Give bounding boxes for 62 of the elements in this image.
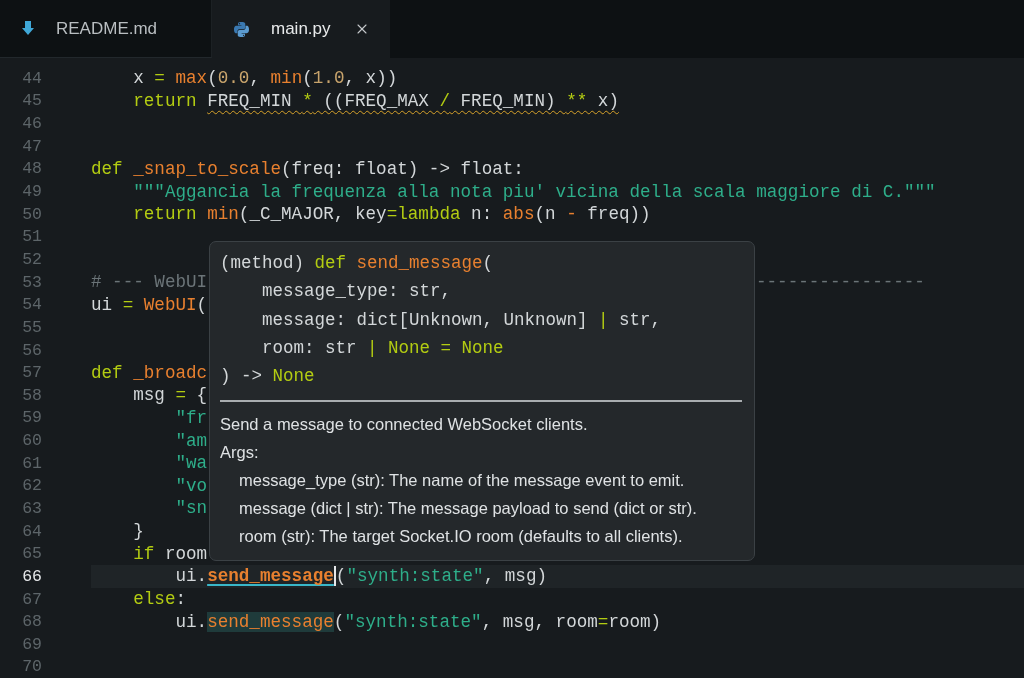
line-number: 58 <box>21 385 42 405</box>
line-number: 54 <box>21 295 42 315</box>
line-number: 48 <box>21 159 42 179</box>
code-line: """Aggancia la frequenza alla nota piu' vicina della scala maggiore di C.""" <box>132 180 936 203</box>
line-number: 51 <box>21 227 42 247</box>
arg-description: message (dict | str): The message payload to send (dict or str). <box>238 498 698 520</box>
code-line: "fr <box>174 406 208 430</box>
signature-line: room: str | None = None <box>261 336 505 360</box>
editor-tab[interactable]: README.md <box>0 0 212 58</box>
arg-description: message_type (str): The name of the message event to emit. <box>238 470 686 492</box>
signature-line: ) -> None <box>220 365 316 389</box>
line-number: 63 <box>21 499 42 518</box>
code-line: } <box>132 520 144 543</box>
code-line: x = max(0.0, min(1.0, x)) <box>132 67 398 90</box>
line-number: 45 <box>21 91 42 111</box>
args-heading: Args: <box>220 442 260 464</box>
line-number: 52 <box>21 249 42 269</box>
code-line: ---------------- <box>756 272 925 293</box>
code-line: def _snap_to_scale(freq: float) -> float: <box>91 157 524 181</box>
line-number: 65 <box>21 544 42 564</box>
download-arrow-icon <box>22 20 34 37</box>
line-number: 49 <box>21 182 42 201</box>
line-number: 53 <box>21 272 42 292</box>
arg-description: room (str): The target Socket.IO room (defaults to all clients). <box>238 526 684 548</box>
code-line: "sn <box>174 497 208 520</box>
line-number: 46 <box>21 114 42 134</box>
signature-line: message_type: str, <box>261 280 453 304</box>
line-number: 59 <box>21 408 42 428</box>
code-line: ui.send_message("synth:state", msg, room=room) <box>174 610 662 633</box>
code-line: return FREQ_MIN * ((FREQ_MAX / FREQ_MIN) ** x) <box>132 89 619 113</box>
python-icon <box>234 21 249 37</box>
line-number: 57 <box>21 363 42 383</box>
tab-label: README.md <box>56 18 159 39</box>
line-number: 67 <box>21 589 42 609</box>
signature-line: message: dict[Unknown, Unknown] | str, <box>261 308 663 332</box>
doc-summary: Send a message to connected WebSocket clients. <box>220 414 589 436</box>
line-number: 70 <box>21 657 42 677</box>
code-line: else: <box>132 588 187 611</box>
line-number: 64 <box>21 521 42 541</box>
code-line: "vo <box>174 474 208 498</box>
line-number: 61 <box>21 453 42 473</box>
line-number: 47 <box>21 136 42 156</box>
signature-line: (method) def send_message( <box>220 252 495 275</box>
code-line: # --- WebUI <box>91 271 208 294</box>
line-number: 62 <box>21 476 42 496</box>
line-number: 56 <box>21 340 42 360</box>
code-line: if room <box>132 542 208 566</box>
line-number: 44 <box>21 68 42 88</box>
tab-label: main.py <box>271 19 332 39</box>
line-number: 69 <box>21 634 42 654</box>
code-line: return min(_C_MAJOR, key=lambda n: abs(n - freq)) <box>132 203 651 226</box>
line-number: 68 <box>21 612 42 632</box>
line-number: 55 <box>21 317 42 337</box>
code-line: def _broadc <box>91 361 208 384</box>
editor-tab[interactable]: main.py <box>212 0 390 58</box>
code-line: "wa <box>174 452 208 475</box>
code-line: ui = WebUI( <box>91 293 208 317</box>
line-number: 60 <box>21 431 42 451</box>
code-line: msg = { <box>132 384 208 407</box>
line-number: 50 <box>21 204 42 224</box>
line-number: 66 <box>21 566 42 586</box>
code-line: "am <box>174 429 208 452</box>
